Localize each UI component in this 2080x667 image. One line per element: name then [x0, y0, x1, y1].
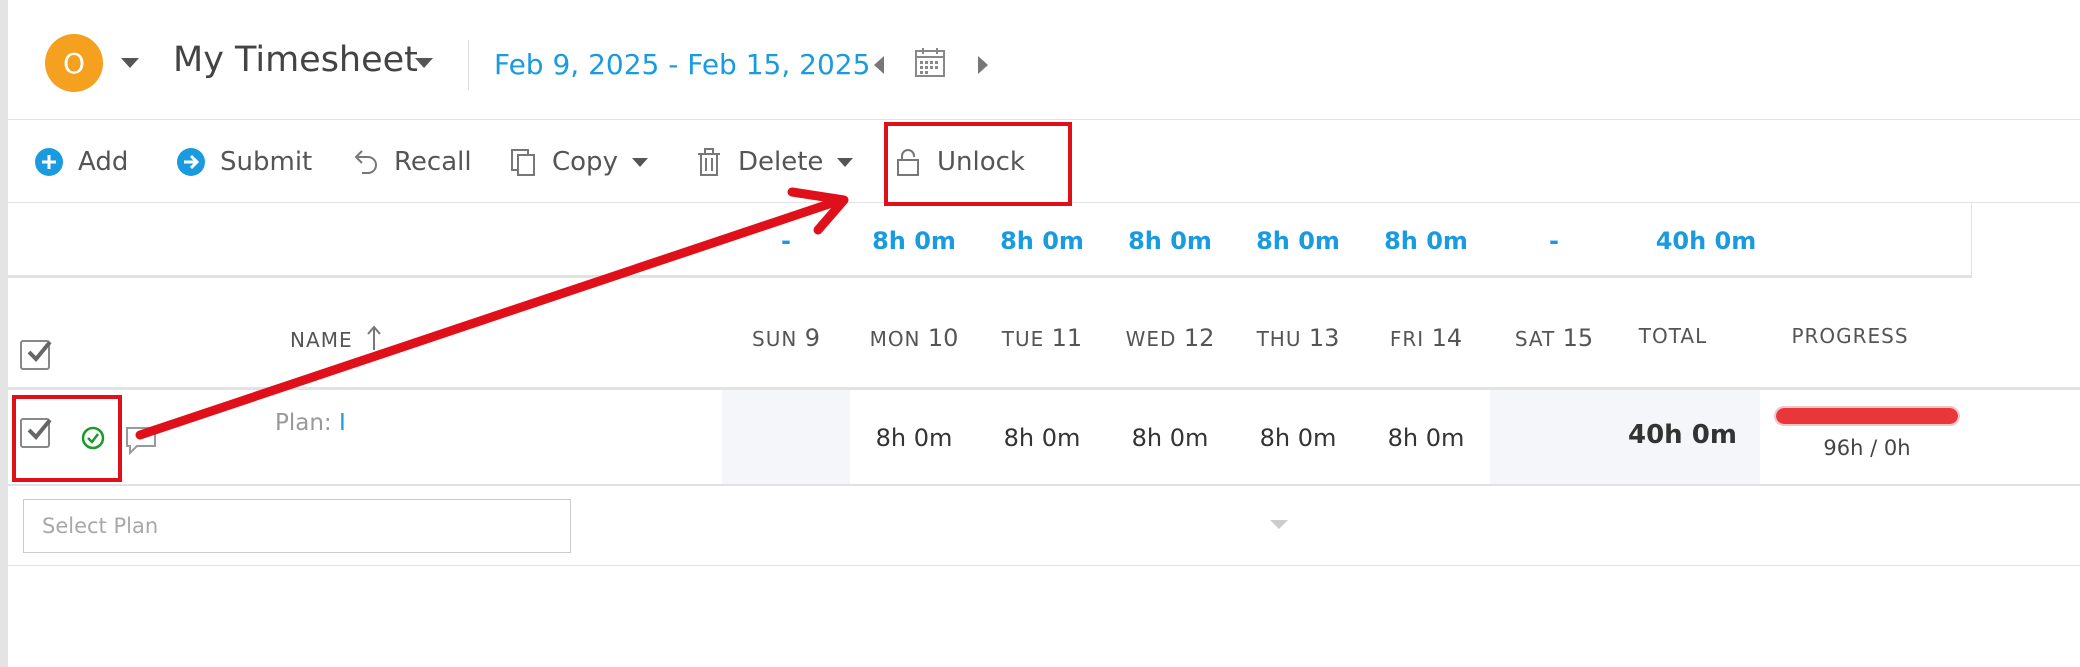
delete-label: Delete	[738, 147, 824, 177]
unlock-button[interactable]: Unlock	[893, 142, 1025, 182]
date-range-link[interactable]: Feb 9, 2025 - Feb 15, 2025	[494, 48, 870, 81]
select-all-checkbox[interactable]	[20, 340, 52, 370]
submit-label: Submit	[220, 147, 313, 177]
column-header-sun: SUN 9	[752, 324, 820, 352]
unlock-icon	[897, 149, 919, 176]
add-plan-row	[8, 486, 2080, 566]
chevron-down-icon[interactable]	[1270, 520, 1288, 529]
total-mon: 8h 0m	[872, 227, 956, 255]
check-icon	[27, 340, 52, 362]
progress-bar-fill	[1776, 408, 1958, 424]
unlock-label: Unlock	[937, 147, 1025, 177]
copy-chevron-down-icon[interactable]	[631, 157, 648, 167]
column-header-tue: TUE 11	[1001, 324, 1083, 352]
delete-chevron-down-icon[interactable]	[837, 157, 854, 167]
toolbar: Add Submit Recall Copy Delete Unlock	[8, 120, 2080, 203]
column-header-name[interactable]: NAME	[266, 324, 406, 352]
cell-thu[interactable]: 8h 0m	[1234, 424, 1362, 452]
table-header-row: NAME SUN 9 MON 10 TUE 11 WED 12 THU 13 F…	[8, 278, 2080, 390]
add-label: Add	[78, 147, 129, 177]
row-total: 40h 0m	[1628, 420, 1737, 450]
trash-icon	[698, 148, 720, 176]
approved-status-icon	[81, 426, 105, 450]
total-week: 40h 0m	[1655, 227, 1757, 255]
column-header-mon: MON 10	[869, 324, 959, 352]
cell-mon[interactable]: 8h 0m	[850, 424, 978, 452]
column-header-sat: SAT 15	[1514, 324, 1594, 352]
cell-sun[interactable]	[722, 390, 850, 484]
check-icon	[27, 418, 52, 440]
page-title: My Timesheet	[173, 40, 418, 80]
cell-fri[interactable]: 8h 0m	[1362, 424, 1490, 452]
plan-name[interactable]: Plan: I	[275, 410, 346, 436]
column-header-progress: PROGRESS	[1791, 324, 1909, 348]
delete-button[interactable]: Delete	[694, 142, 854, 182]
submit-button[interactable]: Submit	[176, 142, 312, 182]
header-divider	[468, 40, 469, 90]
plan-prefix: Plan:	[275, 410, 339, 436]
plan-value[interactable]: I	[339, 410, 346, 436]
total-sun: -	[781, 227, 791, 255]
total-sat: -	[1549, 227, 1559, 255]
add-button[interactable]: Add	[34, 142, 128, 182]
progress-bar	[1774, 406, 1960, 426]
page-header: O My Timesheet Feb 9, 2025 - Feb 15, 202…	[8, 0, 2080, 120]
copy-label: Copy	[552, 147, 618, 177]
daily-totals-row: - 8h 0m 8h 0m 8h 0m 8h 0m 8h 0m - 40h 0m	[8, 203, 1972, 278]
column-name-label: NAME	[290, 328, 353, 352]
avatar[interactable]: O	[45, 34, 103, 92]
table-row[interactable]: Plan: I 8h 0m 8h 0m 8h 0m 8h 0m 8h 0m 40…	[8, 390, 2080, 486]
column-header-wed: WED 12	[1125, 324, 1215, 352]
copy-button[interactable]: Copy	[508, 142, 648, 182]
total-thu: 8h 0m	[1256, 227, 1340, 255]
avatar-chevron-down-icon[interactable]	[121, 58, 139, 68]
plus-circle-icon	[35, 148, 63, 176]
cell-tue[interactable]: 8h 0m	[978, 424, 1106, 452]
previous-week-icon[interactable]	[874, 56, 884, 74]
total-tue: 8h 0m	[1000, 227, 1084, 255]
cell-wed[interactable]: 8h 0m	[1106, 424, 1234, 452]
progress-text: 96h / 0h	[1823, 436, 1911, 460]
comment-icon[interactable]	[125, 426, 157, 456]
undo-icon	[354, 150, 377, 174]
next-week-icon[interactable]	[978, 56, 988, 74]
sort-ascending-icon[interactable]	[366, 324, 382, 350]
select-plan-input[interactable]	[23, 499, 571, 553]
column-header-total: TOTAL	[1638, 324, 1708, 348]
title-chevron-down-icon[interactable]	[415, 58, 433, 68]
total-fri: 8h 0m	[1384, 227, 1468, 255]
recall-button[interactable]: Recall	[350, 142, 472, 182]
recall-label: Recall	[394, 147, 472, 177]
arrow-right-circle-icon	[177, 148, 205, 176]
column-header-thu: THU 13	[1256, 324, 1340, 352]
row-checkbox[interactable]	[20, 418, 52, 448]
total-wed: 8h 0m	[1128, 227, 1212, 255]
left-border	[0, 0, 8, 667]
calendar-icon[interactable]	[914, 46, 946, 78]
copy-icon	[511, 149, 535, 176]
column-header-fri: FRI 14	[1389, 324, 1463, 352]
